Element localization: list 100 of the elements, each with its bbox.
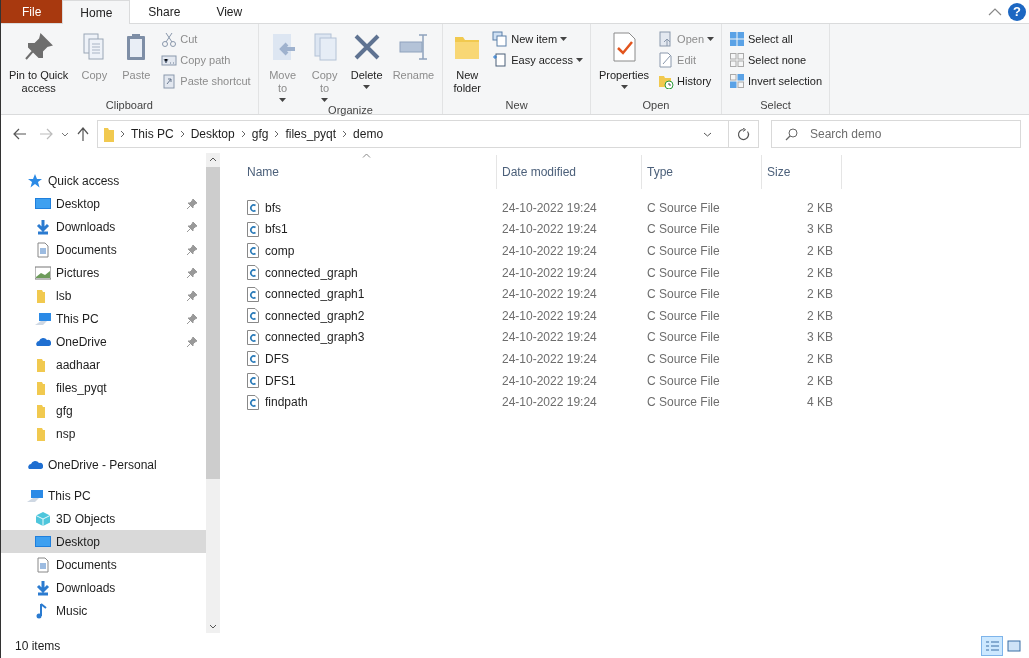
ribbon-button[interactable]: History	[655, 71, 718, 91]
shortcut-icon	[161, 73, 178, 89]
ribbon-tab[interactable]: Share	[130, 0, 199, 23]
file-name[interactable]: bfs1	[242, 220, 497, 239]
ribbon-button[interactable]: Pin to Quick access	[5, 27, 73, 97]
type-cell-text: C Source File	[646, 329, 721, 347]
chevron-down-icon	[702, 131, 712, 137]
file-name[interactable]: DFS	[242, 349, 497, 368]
sidebar-item[interactable]: Documents	[1, 238, 206, 261]
size-cell-text: 2 KB	[806, 350, 834, 368]
ribbon-button[interactable]: New item	[489, 29, 586, 49]
sidebar-item[interactable]: This PC	[1, 484, 206, 507]
caret-icon	[279, 98, 287, 102]
sidebar-item[interactable]: Documents	[1, 553, 206, 576]
date-cell-text: 24-10-2022 19:24	[501, 350, 598, 368]
file-name[interactable]: connected_graph2	[242, 306, 497, 325]
up-arrow-icon[interactable]	[77, 127, 89, 141]
scissors-icon	[161, 31, 178, 47]
scrollbar-thumb[interactable]	[206, 167, 220, 479]
breadcrumb-item[interactable]: This PC	[131, 125, 174, 143]
sidebar-item[interactable]: aadhaar	[1, 353, 206, 376]
ribbon-button[interactable]: Easy access	[489, 50, 586, 70]
breadcrumb-item[interactable]: gfg	[251, 125, 269, 143]
c-file-icon	[247, 286, 259, 302]
breadcrumb-item[interactable]: Desktop	[190, 125, 235, 143]
file-name[interactable]: findpath	[242, 393, 497, 412]
ribbon-button[interactable]: Select all	[726, 29, 825, 49]
column-header[interactable]: Name	[242, 155, 497, 189]
document-icon	[35, 241, 51, 258]
size-cell-text: 2 KB	[806, 199, 834, 217]
group-label: Select	[759, 98, 792, 113]
breadcrumb-item[interactable]: files_pyqt	[285, 125, 337, 143]
refresh-icon	[737, 127, 750, 141]
search-icon	[785, 128, 798, 141]
sidebar-item[interactable]: This PC	[1, 307, 206, 330]
sidebar-item[interactable]: Music	[1, 599, 206, 622]
chevron-down-icon[interactable]	[61, 131, 69, 137]
date-cell-text: 24-10-2022 19:24	[501, 221, 598, 239]
ribbon-button[interactable]: New folder	[447, 27, 488, 97]
sidebar-item[interactable]: OneDrive	[1, 330, 206, 353]
view-button[interactable]	[981, 635, 1003, 656]
help-button[interactable]: ?	[1008, 2, 1026, 21]
sidebar-item[interactable]: files_pyqt	[1, 376, 206, 399]
sidebar-item[interactable]: Desktop	[1, 192, 206, 215]
file-name[interactable]: connected_graph3	[242, 328, 497, 347]
new-item-icon	[492, 31, 509, 47]
column-header[interactable]: Type	[642, 155, 762, 189]
pin-icon	[186, 266, 198, 279]
file-name[interactable]: DFS1	[242, 371, 497, 390]
search-field[interactable]: Search demo	[771, 120, 1021, 148]
sidebar-item[interactable]: Desktop	[1, 530, 206, 553]
ribbon-tab[interactable]: Home	[62, 0, 131, 24]
c-file-icon	[247, 200, 259, 216]
ribbon-button[interactable]: Properties	[594, 27, 654, 97]
sidebar-item[interactable]: Quick access	[1, 169, 206, 192]
desktop-icon	[35, 533, 51, 550]
type-cell-text: C Source File	[646, 307, 721, 325]
pencil-page-icon	[658, 52, 675, 68]
type-cell-text: C Source File	[646, 350, 721, 368]
file-name[interactable]: comp	[242, 242, 497, 260]
address-bar[interactable]: This PC Desktop gfg files_pyqt demo	[97, 120, 759, 148]
type-cell-text: C Source File	[646, 394, 721, 412]
sidebar-item[interactable]: Downloads	[1, 576, 206, 599]
ribbon-button[interactable]: Delete	[346, 27, 387, 102]
group-label: Open	[641, 98, 671, 113]
pin-icon	[186, 289, 198, 302]
file-menu-tab[interactable]: File	[1, 0, 63, 23]
pin-icon	[186, 312, 198, 325]
sidebar-item[interactable]: gfg	[1, 399, 206, 422]
sidebar-item[interactable]: nsp	[1, 422, 206, 445]
size-cell-text: 2 KB	[806, 243, 834, 260]
type-cell-text: C Source File	[646, 286, 721, 304]
column-header[interactable]: Size	[762, 155, 842, 189]
pin-icon	[186, 220, 198, 233]
collapse-ribbon-icon[interactable]	[988, 6, 1002, 17]
sidebar-item[interactable]: Downloads	[1, 215, 206, 238]
date-cell-text: 24-10-2022 19:24	[501, 329, 598, 347]
sidebar-item[interactable]: 3D Objects	[1, 507, 206, 530]
chevron-right-icon	[342, 130, 348, 138]
sidebar-item[interactable]: lsb	[1, 284, 206, 307]
sidebar-item[interactable]: Pictures	[1, 261, 206, 284]
ribbon-button[interactable]: Select none	[726, 50, 825, 70]
sidebar-item[interactable]: OneDrive - Personal	[1, 453, 206, 476]
c-file-icon	[247, 329, 259, 345]
chevron-right-icon	[274, 130, 280, 138]
ribbon-button[interactable]: Invert selection	[726, 71, 825, 91]
date-cell-text: 24-10-2022 19:24	[501, 199, 598, 217]
breadcrumb-item[interactable]: demo	[353, 125, 384, 143]
back-icon[interactable]	[13, 128, 27, 140]
large-icons-view-icon	[1006, 639, 1022, 652]
caret-icon	[560, 37, 568, 41]
ribbon-tab[interactable]: View	[198, 0, 261, 23]
picture-icon	[35, 264, 51, 281]
size-cell-text: 2 KB	[806, 307, 834, 325]
file-name[interactable]: connected_graph1	[242, 285, 497, 304]
file-name[interactable]: connected_graph	[242, 263, 497, 282]
group-label: New	[504, 98, 529, 113]
column-header[interactable]: Date modified	[497, 155, 642, 189]
size-cell-text: 3 KB	[806, 221, 834, 239]
file-name[interactable]: bfs	[242, 198, 497, 217]
